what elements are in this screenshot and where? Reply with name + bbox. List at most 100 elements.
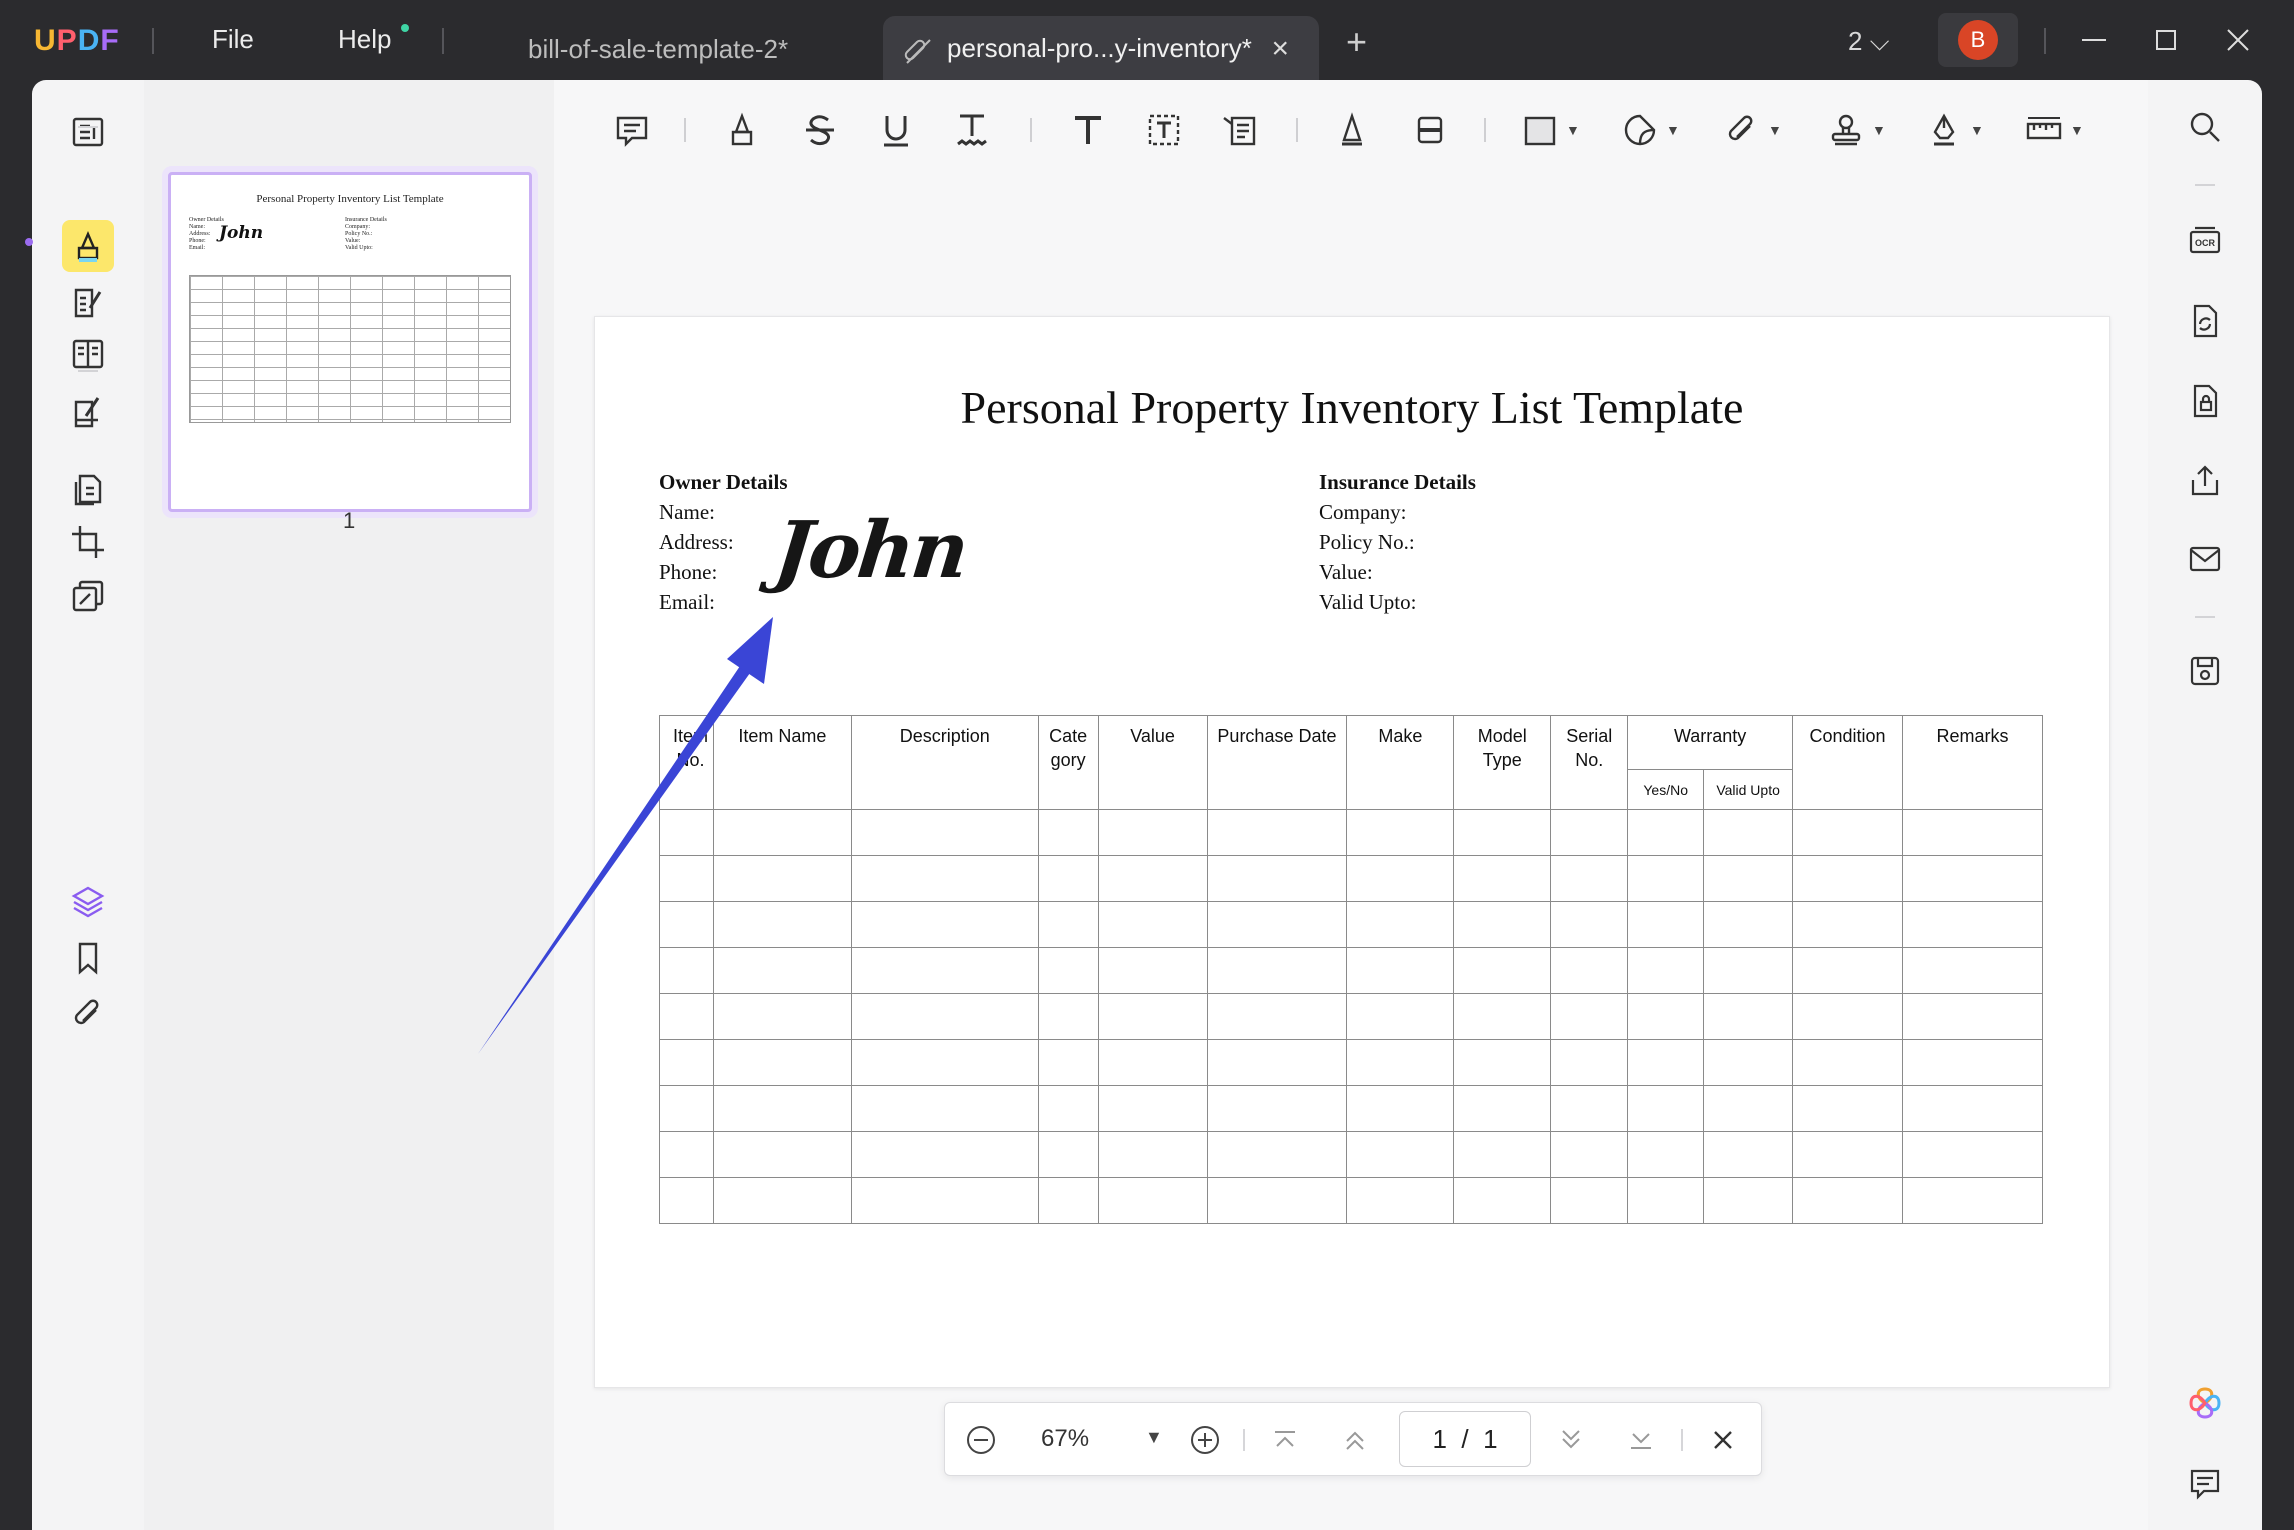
header-description: Description <box>850 715 1039 810</box>
convert-button[interactable] <box>2182 298 2228 344</box>
zoom-dropdown-caret-icon[interactable]: ▼ <box>1145 1427 1163 1448</box>
table-row <box>659 1085 2043 1132</box>
close-zoom-toolbar-button[interactable] <box>1703 1420 1743 1460</box>
owner-details: Owner Details Name: Address: Phone: Emai… <box>659 467 788 617</box>
stack-icon <box>72 580 104 612</box>
protect-button[interactable] <box>2182 378 2228 424</box>
zoom-toolbar: 67% ▼ 1 / 1 <box>944 1402 1762 1476</box>
table-cell <box>1037 947 1099 994</box>
edit-pdf-button[interactable] <box>62 276 114 328</box>
squiggly-tool[interactable] <box>952 106 992 154</box>
reader-mode-button[interactable] <box>62 106 114 158</box>
table-cell <box>1097 1085 1208 1132</box>
table-cell <box>659 947 714 994</box>
sticker-tool[interactable]: ▼ <box>1620 106 1680 154</box>
zoom-out-button[interactable] <box>961 1420 1001 1460</box>
table-cell <box>1206 1039 1348 1086</box>
page-tools-button[interactable] <box>62 328 114 380</box>
table-cell <box>1703 1039 1794 1086</box>
text-tool[interactable] <box>1068 106 1108 154</box>
maximize-icon[interactable] <box>2146 20 2186 60</box>
stamp-tool[interactable]: ▼ <box>1826 106 1886 154</box>
tab-bill-of-sale[interactable]: bill-of-sale-template-2* <box>470 16 880 80</box>
table-cell <box>1097 947 1208 994</box>
underline-tool[interactable] <box>876 106 916 154</box>
search-button[interactable] <box>2182 104 2228 150</box>
layers-button[interactable] <box>62 876 114 928</box>
menu-help[interactable]: Help <box>338 24 391 55</box>
menu-file[interactable]: File <box>212 24 254 55</box>
share-button[interactable] <box>2182 458 2228 504</box>
attach-tool[interactable]: ▼ <box>1722 106 1782 154</box>
page-number-input[interactable]: 1 / 1 <box>1399 1411 1531 1467</box>
measure-tool[interactable]: ▼ <box>2024 106 2084 154</box>
text-box-tool[interactable] <box>1144 106 1184 154</box>
shape-tool[interactable]: ▼ <box>1520 106 1580 154</box>
updf-logo[interactable]: UPDF <box>34 24 120 58</box>
page-thumbnail[interactable]: Personal Property Inventory List Templat… <box>168 172 532 512</box>
table-cell <box>1550 809 1629 856</box>
comment-mode-button[interactable] <box>62 220 114 272</box>
thumbnail-page: Personal Property Inventory List Templat… <box>177 181 523 503</box>
ai-assistant-button[interactable] <box>2182 1380 2228 1426</box>
next-page-button[interactable] <box>1551 1420 1591 1460</box>
table-cell <box>1206 855 1348 902</box>
table-cell <box>850 1085 1039 1132</box>
eraser-tool[interactable] <box>1410 106 1450 154</box>
table-cell <box>1792 1131 1903 1178</box>
table-cell <box>1037 1039 1099 1086</box>
table-cell <box>1346 993 1455 1040</box>
attachment-button[interactable] <box>62 988 114 1040</box>
close-tab-icon[interactable]: × <box>1271 32 1289 66</box>
table-cell <box>1792 855 1903 902</box>
divider <box>78 370 98 372</box>
table-cell <box>712 809 852 856</box>
pdf-page[interactable]: Personal Property Inventory List Templat… <box>594 316 2110 1388</box>
comment-toolbar: ▼ ▼ ▼ ▼ ▼ ▼ <box>554 80 2148 180</box>
zoom-level[interactable]: 67% <box>1041 1425 1089 1453</box>
last-page-button[interactable] <box>1621 1420 1661 1460</box>
table-cell <box>1792 1177 1903 1224</box>
text-callout-tool[interactable] <box>1220 106 1260 154</box>
table-cell <box>1902 993 2043 1040</box>
add-tab-icon[interactable]: + <box>1346 24 1367 60</box>
batch-button[interactable] <box>62 570 114 622</box>
pencil-tool[interactable] <box>1332 106 1372 154</box>
close-window-icon[interactable] <box>2218 20 2258 60</box>
table-cell <box>1346 1039 1455 1086</box>
tab-personal-property-inventory[interactable]: personal-pro...y-inventory* × <box>883 16 1319 80</box>
ocr-button[interactable]: OCR <box>2182 218 2228 264</box>
total-pages: 1 <box>1483 1424 1498 1454</box>
table-cell <box>1902 1039 2043 1086</box>
signature-annotation[interactable]: John <box>770 505 970 596</box>
table-cell <box>1902 1131 2043 1178</box>
email-button[interactable] <box>2182 536 2228 582</box>
table-cell <box>1346 947 1455 994</box>
highlight-tool[interactable] <box>722 106 762 154</box>
table-cell <box>1792 947 1903 994</box>
signature-tool[interactable]: ▼ <box>1924 106 1984 154</box>
minimize-icon[interactable] <box>2074 20 2114 60</box>
underline-icon <box>884 116 908 147</box>
zoom-in-button[interactable] <box>1185 1420 1225 1460</box>
bookmark-button[interactable] <box>62 932 114 984</box>
bookmark-icon <box>78 942 98 975</box>
crop-button[interactable] <box>62 516 114 568</box>
table-cell <box>1627 1039 1705 1086</box>
organize-pages-button[interactable] <box>62 464 114 516</box>
table-cell <box>712 1039 852 1086</box>
comments-list-button[interactable] <box>2182 1460 2228 1506</box>
account-button[interactable]: B <box>1938 13 2018 67</box>
table-cell <box>712 855 852 902</box>
save-icon <box>2190 656 2220 686</box>
window-count-dropdown[interactable]: 2 ⌵ <box>1848 26 1889 58</box>
convert-icon <box>2193 304 2218 338</box>
eraser-icon <box>1417 116 1443 144</box>
table-cell <box>850 1177 1039 1224</box>
fill-sign-button[interactable] <box>62 384 114 436</box>
first-page-button[interactable] <box>1265 1420 1305 1460</box>
note-tool[interactable] <box>612 106 652 154</box>
previous-page-button[interactable] <box>1335 1420 1375 1460</box>
strikethrough-tool[interactable] <box>800 106 840 154</box>
save-button[interactable] <box>2182 648 2228 694</box>
